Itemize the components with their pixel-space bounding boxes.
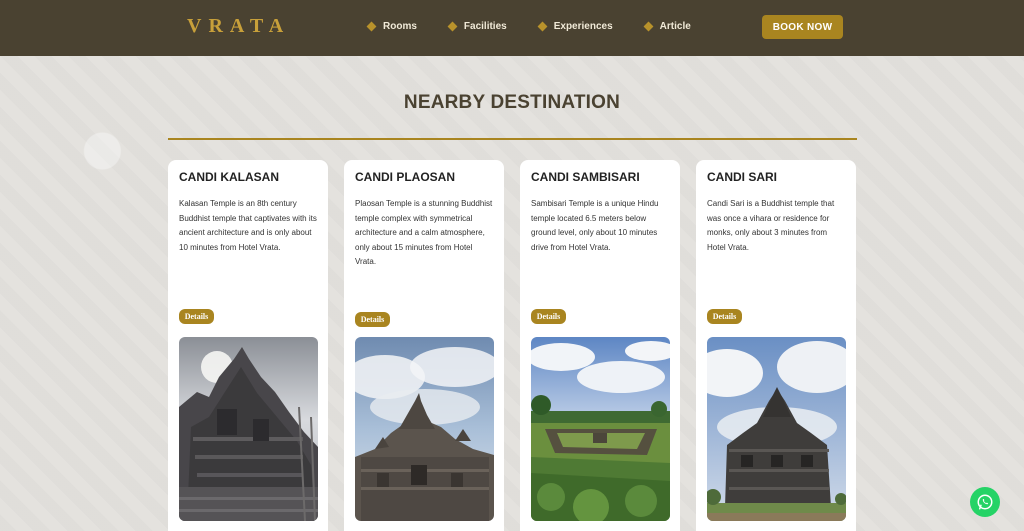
main-nav: Rooms Facilities Experiences Article	[366, 0, 723, 52]
nav-item-label: Facilities	[463, 20, 507, 32]
destination-photo	[355, 337, 494, 521]
nav-item-facilities[interactable]: Facilities	[447, 20, 507, 32]
destination-cards: CANDI KALASAN Kalasan Temple is an 8th c…	[168, 160, 858, 531]
destination-card: CANDI SAMBISARI Sambisari Temple is a un…	[520, 160, 680, 531]
card-title: CANDI SAMBISARI	[531, 170, 640, 184]
book-now-button[interactable]: BOOK NOW	[762, 15, 843, 39]
card-title: CANDI SARI	[707, 170, 778, 184]
destination-card: CANDI SARI Candi Sari is a Buddhist temp…	[696, 160, 856, 531]
diamond-icon	[643, 21, 654, 31]
brand-logo[interactable]: VRATA	[187, 15, 290, 38]
diamond-icon	[537, 21, 548, 31]
whatsapp-chat-button[interactable]	[970, 487, 1000, 517]
nav-item-label: Article	[659, 20, 691, 32]
diamond-icon	[366, 21, 377, 31]
nav-item-experiences[interactable]: Experiences	[537, 20, 613, 32]
details-button[interactable]: Details	[707, 309, 742, 324]
destination-card: CANDI KALASAN Kalasan Temple is an 8th c…	[168, 160, 328, 531]
card-title: CANDI KALASAN	[179, 170, 279, 184]
destination-card: CANDI PLAOSAN Plaosan Temple is a stunni…	[344, 160, 504, 531]
details-button[interactable]: Details	[531, 309, 566, 324]
section-title: NEARBY DESTINATION	[403, 92, 621, 113]
destination-photo	[531, 337, 670, 521]
nav-item-rooms[interactable]: Rooms	[366, 20, 417, 32]
section-divider	[168, 138, 857, 140]
card-description: Plaosan Temple is a stunning Buddhist te…	[355, 199, 493, 267]
card-description: Candi Sari is a Buddhist temple that was…	[707, 199, 835, 252]
top-navigation-bar: VRATA Rooms Facilities Experiences Artic…	[0, 0, 1024, 56]
card-description: Kalasan Temple is an 8th century Buddhis…	[179, 199, 317, 252]
card-description: Sambisari Temple is a unique Hindu templ…	[531, 199, 659, 252]
whatsapp-icon	[977, 494, 993, 510]
diamond-icon	[447, 21, 458, 31]
nav-item-article[interactable]: Article	[643, 20, 691, 32]
nav-item-label: Rooms	[383, 20, 417, 32]
destination-photo	[179, 337, 318, 521]
nav-item-label: Experiences	[553, 20, 613, 32]
card-title: CANDI PLAOSAN	[355, 170, 456, 184]
details-button[interactable]: Details	[355, 312, 390, 327]
details-button[interactable]: Details	[179, 309, 214, 324]
destination-photo	[707, 337, 846, 521]
